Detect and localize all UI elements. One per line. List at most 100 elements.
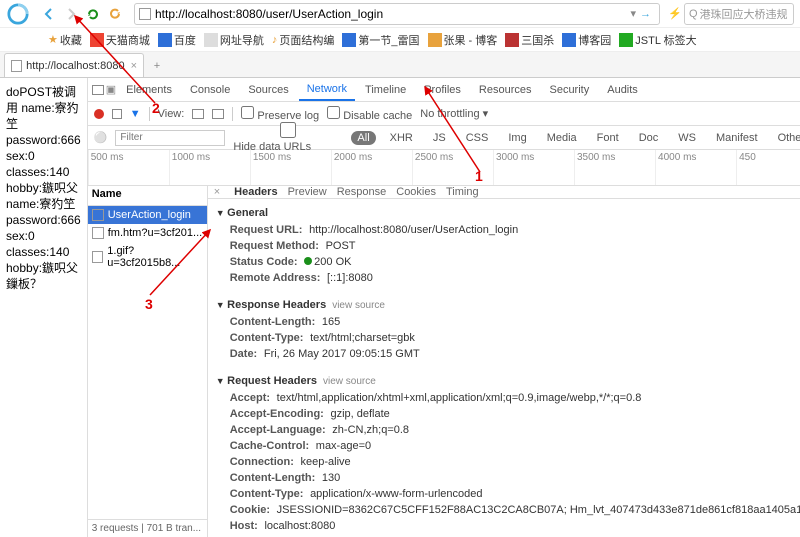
request-row[interactable]: fm.htm?u=3cf201... <box>88 224 207 242</box>
refresh-button[interactable] <box>84 5 102 23</box>
section-title[interactable]: Request Headersview source <box>216 375 800 387</box>
bookmark-item[interactable]: ♪页面结构编 <box>272 32 335 48</box>
filter-type-js[interactable]: JS <box>427 131 452 145</box>
network-timeline[interactable]: 500 ms 1000 ms 1500 ms 2000 ms 2500 ms 3… <box>88 150 800 186</box>
bookmark-item[interactable]: 网址导航 <box>204 32 264 48</box>
devtools-dock-icon[interactable] <box>92 85 104 95</box>
page-text-line: sex:0 <box>6 148 81 164</box>
new-tab-button[interactable]: + <box>146 55 168 77</box>
filter-type-xhr[interactable]: XHR <box>384 131 419 145</box>
preserve-log-checkbox[interactable]: Preserve log <box>241 106 319 122</box>
throttle-select[interactable]: No throttling ▾ <box>420 107 488 120</box>
devtools-tab-network[interactable]: Network <box>299 79 355 101</box>
detail-tab-headers[interactable]: Headers <box>234 186 277 198</box>
filter-type-manifest[interactable]: Manifest <box>710 131 764 145</box>
url-bar[interactable]: ▾ → <box>134 3 660 25</box>
page-text-line: sex:0 <box>6 228 81 244</box>
record-button[interactable] <box>94 109 104 119</box>
section-title[interactable]: General <box>216 207 800 219</box>
devtools-tab-security[interactable]: Security <box>541 80 597 100</box>
devtools-inspect-icon[interactable]: ▣ <box>106 83 116 96</box>
request-detail: × Headers Preview Response Cookies Timin… <box>208 186 800 537</box>
filter-type-font[interactable]: Font <box>591 131 625 145</box>
devtools-tab-timeline[interactable]: Timeline <box>357 80 414 100</box>
network-status-bar: 3 requests | 701 B tran... <box>88 519 207 537</box>
detail-tab-timing[interactable]: Timing <box>446 186 479 198</box>
page-text-line: classes:140 <box>6 164 81 180</box>
detail-close-button[interactable]: × <box>214 186 220 198</box>
search-icon: Q <box>689 8 698 20</box>
devtools-panel: ▣ Elements Console Sources Network Timel… <box>87 78 800 537</box>
page-text-line: classes:140 <box>6 244 81 260</box>
browser-tab[interactable]: http://localhost:8080/u × <box>4 53 144 77</box>
filter-funnel-icon[interactable]: ⚪ <box>94 131 108 144</box>
bookmarks-bar: ★收藏 天猫商城 百度 网址导航 ♪页面结构编 第一节_雷国 张果 - 博客 三… <box>0 28 800 52</box>
go-icon[interactable]: → <box>640 8 651 20</box>
devtools-tab-sources[interactable]: Sources <box>240 80 296 100</box>
filter-input[interactable] <box>115 130 225 146</box>
lightning-icon[interactable]: ⚡ <box>666 5 684 23</box>
view-frame-icon[interactable] <box>212 109 224 119</box>
tab-icon <box>11 60 22 72</box>
home-button[interactable] <box>106 5 124 23</box>
filter-icon[interactable]: ▼ <box>130 108 141 120</box>
search-placeholder: 港珠回应大桥违规 <box>700 6 788 22</box>
filter-type-other[interactable]: Other <box>772 131 800 145</box>
bookmark-item[interactable]: 博客园 <box>562 32 611 48</box>
detail-tab-response[interactable]: Response <box>337 186 387 198</box>
devtools-tab-resources[interactable]: Resources <box>471 80 540 100</box>
general-section: General Request URL: http://localhost:80… <box>208 199 800 291</box>
request-row[interactable]: 1.gif?u=3cf2015b8... <box>88 242 207 272</box>
document-icon <box>92 251 104 263</box>
bookmark-item[interactable]: JSTL 标签大 <box>619 32 696 48</box>
devtools-tab-elements[interactable]: Elements <box>118 80 180 100</box>
content-area: doPOST被调用 name:寮犳笁 password:666 sex:0 cl… <box>0 78 800 537</box>
network-body: Name UserAction_login fm.htm?u=3cf201...… <box>88 186 800 537</box>
detail-tab-cookies[interactable]: Cookies <box>396 186 436 198</box>
page-body: doPOST被调用 name:寮犳笁 password:666 sex:0 cl… <box>0 78 87 537</box>
search-box[interactable]: Q 港珠回应大桥违规 <box>684 3 794 25</box>
bookmark-item[interactable]: 第一节_雷国 <box>342 32 419 48</box>
section-title[interactable]: Response Headersview source <box>216 299 800 311</box>
url-input[interactable] <box>155 7 630 21</box>
filter-type-all[interactable]: All <box>351 131 375 145</box>
hide-data-urls-checkbox[interactable]: Hide data URLs <box>233 122 343 153</box>
network-toolbar: ▼ View: Preserve log Disable cache No th… <box>88 102 800 126</box>
dropdown-icon[interactable]: ▾ <box>630 7 636 20</box>
view-label: View: <box>158 108 185 120</box>
forward-button[interactable] <box>62 5 80 23</box>
nav-buttons <box>40 5 124 23</box>
filter-type-ws[interactable]: WS <box>672 131 702 145</box>
page-icon <box>139 8 151 20</box>
request-list-header: Name <box>88 186 207 206</box>
filter-type-css[interactable]: CSS <box>460 131 495 145</box>
bookmark-item[interactable]: 三国杀 <box>505 32 554 48</box>
filter-type-img[interactable]: Img <box>502 131 532 145</box>
favorites-button[interactable]: ★收藏 <box>48 32 82 48</box>
document-icon <box>92 209 104 221</box>
clear-button[interactable] <box>112 109 122 119</box>
response-headers-section: Response Headersview source Content-Leng… <box>208 291 800 367</box>
devtools-tab-console[interactable]: Console <box>182 80 238 100</box>
devtools-tab-audits[interactable]: Audits <box>599 80 646 100</box>
status-ok-icon <box>304 257 312 265</box>
disable-cache-checkbox[interactable]: Disable cache <box>327 106 412 122</box>
devtools-tab-profiles[interactable]: Profiles <box>416 80 469 100</box>
filter-type-doc[interactable]: Doc <box>633 131 665 145</box>
filter-type-media[interactable]: Media <box>541 131 583 145</box>
tab-close-button[interactable]: × <box>131 60 137 72</box>
bookmark-item[interactable]: 张果 - 博客 <box>428 32 498 48</box>
request-row[interactable]: UserAction_login <box>88 206 207 224</box>
view-source-link[interactable]: view source <box>332 300 385 311</box>
page-text-line: password:666 <box>6 212 81 228</box>
page-text-line: hobby:鏃呮父 name:寮犳笁 <box>6 180 81 212</box>
page-text-line: password:666 <box>6 132 81 148</box>
view-list-icon[interactable] <box>192 109 204 119</box>
request-list: Name UserAction_login fm.htm?u=3cf201...… <box>88 186 208 537</box>
page-text-line: hobby:鏃呮父鏁板？ <box>6 260 81 292</box>
bookmark-item[interactable]: 百度 <box>158 32 196 48</box>
detail-tab-preview[interactable]: Preview <box>288 186 327 198</box>
view-source-link[interactable]: view source <box>323 376 376 387</box>
bookmark-item[interactable]: 天猫商城 <box>90 32 150 48</box>
back-button[interactable] <box>40 5 58 23</box>
